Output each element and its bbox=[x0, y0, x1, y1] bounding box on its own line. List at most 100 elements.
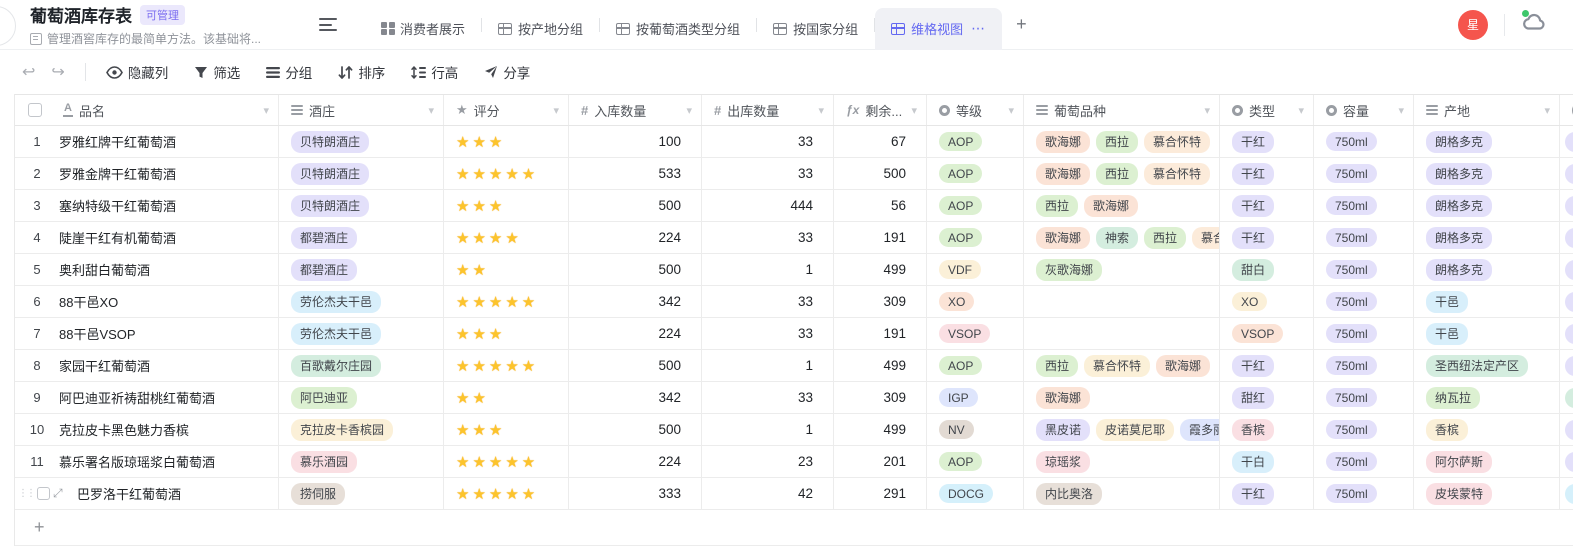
cell-name[interactable]: 2罗雅金牌干红葡萄酒 bbox=[15, 158, 278, 189]
cell-origin[interactable]: 纳瓦拉 bbox=[1413, 382, 1559, 413]
cell-type[interactable]: 干红 bbox=[1219, 478, 1313, 509]
cell-grade[interactable]: AOP bbox=[926, 350, 1023, 381]
column-dropdown-caret[interactable]: ▾ bbox=[1008, 104, 1014, 117]
cell-qty_out[interactable]: 1 bbox=[701, 350, 833, 381]
cell-qty_in[interactable]: 500 bbox=[568, 350, 701, 381]
cell-grapes[interactable]: 内比奥洛 bbox=[1023, 478, 1219, 509]
cell-remain[interactable]: 201 bbox=[833, 446, 926, 477]
expand-record-icon[interactable]: ⤢ bbox=[53, 486, 63, 501]
tab-grid-view-active[interactable]: 维格视图 ⋯ bbox=[875, 8, 1002, 50]
cell-origin[interactable]: 朗格多克 bbox=[1413, 222, 1559, 253]
cell-grapes[interactable]: 琼瑶浆 bbox=[1023, 446, 1219, 477]
cell-remain[interactable]: 500 bbox=[833, 158, 926, 189]
column-dropdown-caret[interactable]: ▾ bbox=[686, 104, 692, 117]
cell-remain[interactable]: 499 bbox=[833, 254, 926, 285]
cell-country[interactable] bbox=[1559, 382, 1573, 413]
column-dropdown-caret[interactable]: ▾ bbox=[1204, 104, 1210, 117]
share-button[interactable]: 分享 bbox=[484, 62, 530, 82]
cell-grapes[interactable]: 歌海娜 bbox=[1023, 382, 1219, 413]
table-row[interactable]: 10克拉皮卡黑色魅力香槟克拉皮卡香槟园★★★5001499NV黑皮诺皮诺莫尼耶霞… bbox=[15, 414, 1573, 446]
cell-qty_in[interactable]: 224 bbox=[568, 446, 701, 477]
cell-grade[interactable]: AOP bbox=[926, 158, 1023, 189]
tab-group-by-origin[interactable]: 按产地分组 bbox=[482, 8, 599, 50]
column-header-type[interactable]: 类型▾ bbox=[1219, 95, 1313, 125]
cell-remain[interactable]: 191 bbox=[833, 318, 926, 349]
cell-rating[interactable]: ★★ bbox=[443, 382, 568, 413]
table-row[interactable]: ⋮⋮⤢巴罗洛干红葡萄酒捞伺服★★★★★33342291DOCG内比奥洛干红750… bbox=[15, 478, 1573, 510]
cell-country[interactable] bbox=[1559, 478, 1573, 509]
cell-origin[interactable]: 干邑 bbox=[1413, 286, 1559, 317]
cell-capacity[interactable]: 750ml bbox=[1313, 222, 1413, 253]
cell-rating[interactable]: ★★★ bbox=[443, 414, 568, 445]
table-row[interactable]: 11慕乐署名版琼瑶浆白葡萄酒慕乐酒园★★★★★22423201AOP琼瑶浆干白7… bbox=[15, 446, 1573, 478]
table-row[interactable]: 5奥利甜白葡萄酒都碧酒庄★★5001499VDF灰歌海娜甜白750ml朗格多克 bbox=[15, 254, 1573, 286]
cell-remain[interactable]: 309 bbox=[833, 382, 926, 413]
cell-grade[interactable]: DOCG bbox=[926, 478, 1023, 509]
cell-type[interactable]: 干红 bbox=[1219, 350, 1313, 381]
cell-type[interactable]: 干红 bbox=[1219, 222, 1313, 253]
cell-capacity[interactable]: 750ml bbox=[1313, 446, 1413, 477]
cell-remain[interactable]: 499 bbox=[833, 414, 926, 445]
tab-group-by-wine-type[interactable]: 按葡萄酒类型分组 bbox=[600, 8, 756, 50]
cell-type[interactable]: 甜白 bbox=[1219, 254, 1313, 285]
cell-name[interactable]: 688干邑XO bbox=[15, 286, 278, 317]
select-all-checkbox[interactable] bbox=[28, 103, 42, 117]
cell-rating[interactable]: ★★ bbox=[443, 254, 568, 285]
cell-country[interactable] bbox=[1559, 414, 1573, 445]
cell-country[interactable] bbox=[1559, 222, 1573, 253]
cell-capacity[interactable]: 750ml bbox=[1313, 158, 1413, 189]
column-header-rating[interactable]: ★评分▾ bbox=[443, 95, 568, 125]
hide-columns-button[interactable]: 隐藏列 bbox=[106, 62, 169, 82]
table-row[interactable]: 2罗雅金牌干红葡萄酒贝特朗酒庄★★★★★53333500AOP歌海娜西拉慕合怀特… bbox=[15, 158, 1573, 190]
cell-qty_out[interactable]: 23 bbox=[701, 446, 833, 477]
cell-grapes[interactable]: 歌海娜西拉慕合怀特 bbox=[1023, 126, 1219, 157]
cell-qty_in[interactable]: 224 bbox=[568, 318, 701, 349]
cell-winery[interactable]: 贝特朗酒庄 bbox=[278, 126, 443, 157]
cell-qty_in[interactable]: 500 bbox=[568, 254, 701, 285]
cell-remain[interactable]: 309 bbox=[833, 286, 926, 317]
column-dropdown-caret[interactable]: ▾ bbox=[911, 104, 917, 117]
cell-winery[interactable]: 克拉皮卡香槟园 bbox=[278, 414, 443, 445]
column-dropdown-caret[interactable]: ▾ bbox=[263, 104, 269, 117]
cell-type[interactable]: 甜红 bbox=[1219, 382, 1313, 413]
cell-origin[interactable]: 朗格多克 bbox=[1413, 190, 1559, 221]
column-header-name[interactable]: A品名▾ bbox=[15, 95, 278, 125]
cell-name[interactable]: 1罗雅红牌干红葡萄酒 bbox=[15, 126, 278, 157]
cell-grapes[interactable] bbox=[1023, 318, 1219, 349]
cell-type[interactable]: 干白 bbox=[1219, 446, 1313, 477]
cell-rating[interactable]: ★★★★★ bbox=[443, 286, 568, 317]
cell-remain[interactable]: 499 bbox=[833, 350, 926, 381]
cell-type[interactable]: 干红 bbox=[1219, 158, 1313, 189]
cell-grapes[interactable]: 歌海娜西拉慕合怀特 bbox=[1023, 158, 1219, 189]
row-height-button[interactable]: 行高 bbox=[411, 62, 458, 82]
column-dropdown-caret[interactable]: ▾ bbox=[1298, 104, 1304, 117]
table-row[interactable]: 788干邑VSOP劳伦杰夫干邑★★★22433191VSOPVSOP750ml干… bbox=[15, 318, 1573, 350]
table-row[interactable]: 9阿巴迪亚祈祷甜桃红葡萄酒阿巴迪亚★★34233309IGP歌海娜甜红750ml… bbox=[15, 382, 1573, 414]
cell-grade[interactable]: AOP bbox=[926, 190, 1023, 221]
cell-name[interactable]: 4陡崖干红有机葡萄酒 bbox=[15, 222, 278, 253]
cell-capacity[interactable]: 750ml bbox=[1313, 318, 1413, 349]
cell-name[interactable]: 3塞纳特级干红葡萄酒 bbox=[15, 190, 278, 221]
cell-capacity[interactable]: 750ml bbox=[1313, 414, 1413, 445]
column-header-qty_out[interactable]: #出库数量▾ bbox=[701, 95, 833, 125]
add-row[interactable]: + bbox=[15, 510, 1573, 546]
column-header-remain[interactable]: ƒx剩余...▾ bbox=[833, 95, 926, 125]
cell-qty_out[interactable]: 33 bbox=[701, 318, 833, 349]
cell-capacity[interactable]: 750ml bbox=[1313, 350, 1413, 381]
cell-country[interactable] bbox=[1559, 318, 1573, 349]
cell-origin[interactable]: 朗格多克 bbox=[1413, 254, 1559, 285]
cell-grapes[interactable]: 歌海娜神索西拉慕合怀特 bbox=[1023, 222, 1219, 253]
cell-grade[interactable]: XO bbox=[926, 286, 1023, 317]
cell-origin[interactable]: 香槟 bbox=[1413, 414, 1559, 445]
cell-type[interactable]: VSOP bbox=[1219, 318, 1313, 349]
cell-qty_in[interactable]: 333 bbox=[568, 478, 701, 509]
cell-country[interactable] bbox=[1559, 286, 1573, 317]
cell-grapes[interactable] bbox=[1023, 286, 1219, 317]
cell-winery[interactable]: 慕乐酒园 bbox=[278, 446, 443, 477]
column-header-country[interactable] bbox=[1559, 95, 1573, 125]
cell-capacity[interactable]: 750ml bbox=[1313, 190, 1413, 221]
cell-qty_in[interactable]: 100 bbox=[568, 126, 701, 157]
cell-qty_out[interactable]: 33 bbox=[701, 158, 833, 189]
table-row[interactable]: 688干邑XO劳伦杰夫干邑★★★★★34233309XOXO750ml干邑 bbox=[15, 286, 1573, 318]
cell-name[interactable]: 8家园干红葡萄酒 bbox=[15, 350, 278, 381]
